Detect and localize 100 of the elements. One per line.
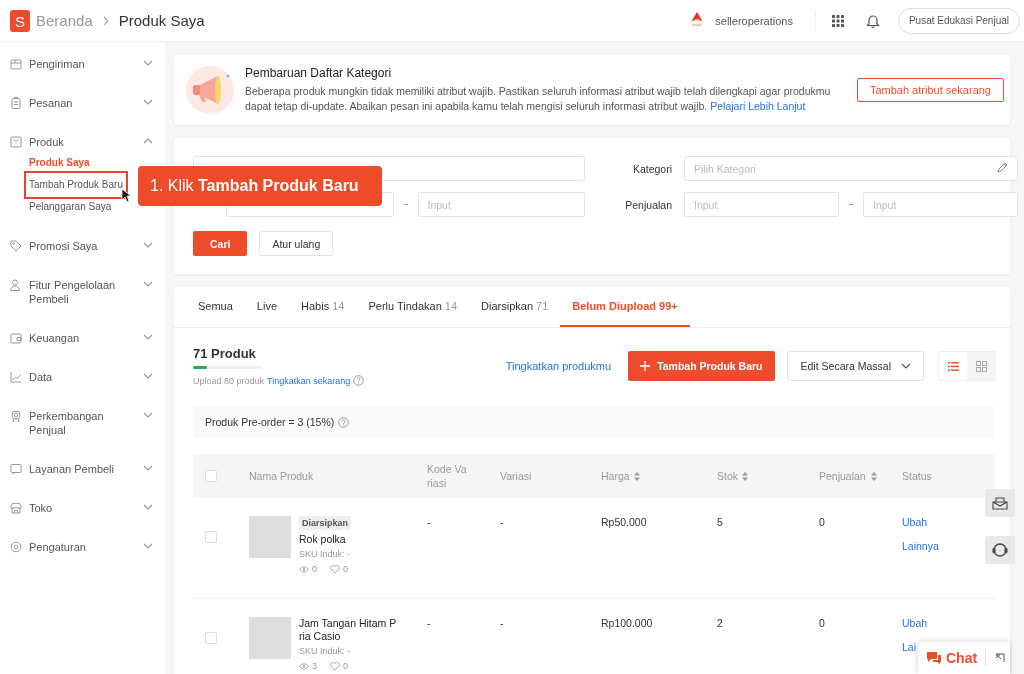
- tab[interactable]: Semua: [186, 287, 245, 327]
- megaphone-drawing: [184, 64, 236, 116]
- column-header: Variasi: [500, 470, 532, 482]
- sku-text: SKU Induk: -: [299, 646, 352, 656]
- chevron-down-icon[interactable]: [143, 333, 153, 340]
- minimize-icon[interactable]: [995, 653, 1006, 663]
- stock-max-field[interactable]: Input: [417, 192, 585, 217]
- learn-more-link[interactable]: Pelajari Lebih Lanjut: [710, 100, 806, 112]
- sidebar-item[interactable]: Pesanan: [29, 95, 133, 110]
- table-cell-text: Rp50.000: [601, 516, 648, 528]
- column-header: Harga: [601, 470, 630, 482]
- submenu-item[interactable]: Pelanggaran Saya: [28, 195, 113, 218]
- sidebar-item[interactable]: Data: [29, 369, 133, 384]
- apps-grid-icon[interactable]: [831, 14, 844, 27]
- chat-button[interactable]: Chat: [918, 650, 986, 666]
- view-toggle[interactable]: [967, 352, 995, 380]
- sidebar-item[interactable]: Produk: [29, 134, 133, 149]
- chart-icon: [9, 369, 23, 384]
- support-button[interactable]: [985, 536, 1015, 564]
- notice-text: Beberapa produk mungkin tidak memiliki atribut wajib. Pastikan seluruh informasi atribut wajib telah dilengkapi agar produkmu dapat tetap di-update. Abaikan pesan ini apabila kamu telah mengisi seluruh informasi atribut wajib. Pelajari Lebih Lanjut: [245, 84, 832, 114]
- category-field[interactable]: Pilih Kategori: [684, 156, 1018, 181]
- headset-icon: [992, 542, 1008, 558]
- tab[interactable]: Live: [244, 287, 290, 327]
- bulk-edit-dropdown[interactable]: Edit Secara Massal: [786, 351, 924, 381]
- action-link[interactable]: Ubah: [902, 516, 928, 528]
- action-link[interactable]: Ubah: [902, 617, 928, 629]
- eye-icon: [299, 565, 309, 573]
- status-badge: Diarsipkan: [299, 516, 352, 530]
- sales-min-field[interactable]: Input: [684, 192, 839, 217]
- action-link[interactable]: Lai: [902, 641, 916, 653]
- view-count: 3: [312, 661, 317, 671]
- action-link[interactable]: Lainnya: [902, 540, 939, 552]
- submenu-item[interactable]: Produk Saya: [28, 151, 91, 174]
- sort-icon[interactable]: [871, 471, 877, 481]
- sidebar-item[interactable]: Toko: [29, 500, 133, 515]
- tab[interactable]: Habis 14: [289, 287, 357, 327]
- table-cell-text: -: [427, 516, 432, 528]
- sidebar-item[interactable]: Perkembangan Penjual: [29, 408, 133, 437]
- column-header: Status: [902, 470, 932, 482]
- sidebar-item[interactable]: Fitur Pengelolaan Pembeli: [29, 277, 133, 306]
- checkbox[interactable]: [205, 531, 217, 543]
- tab[interactable]: Perlu Tindakan 14: [356, 287, 470, 327]
- grid-view-icon: [975, 360, 987, 372]
- product-name: Jam Tangan Hitam Pria Casio: [299, 617, 398, 643]
- tab[interactable]: Belum Diupload 99+: [560, 287, 690, 327]
- table-cell-text: -: [427, 617, 432, 629]
- sidebar-item[interactable]: Keuangan: [29, 330, 133, 345]
- column-header: Nama Produk: [249, 470, 314, 482]
- reset-button[interactable]: Atur ulang: [259, 231, 334, 256]
- add-attribute-button[interactable]: Tambah atribut sekarang: [856, 78, 1004, 102]
- chevron-down-icon[interactable]: [143, 241, 153, 248]
- like-count: 0: [343, 661, 349, 671]
- chevron-down-icon[interactable]: [143, 503, 153, 510]
- chevron-down-icon[interactable]: [143, 411, 153, 418]
- settings-icon: [9, 539, 23, 554]
- cursor-icon: [121, 188, 131, 203]
- wallet-icon: [9, 330, 23, 345]
- sales-max-field[interactable]: Input: [863, 192, 1018, 217]
- chevron-down-icon[interactable]: [143, 372, 153, 379]
- chevron-down-icon[interactable]: [143, 464, 153, 471]
- tab[interactable]: Diarsipkan 71: [469, 287, 561, 327]
- sidebar-item[interactable]: Pengiriman: [29, 56, 133, 71]
- chevron-down-icon[interactable]: [143, 280, 153, 287]
- chevron-down-icon[interactable]: [143, 542, 153, 549]
- checkbox[interactable]: [205, 470, 217, 482]
- table-cell-text: 0: [819, 617, 826, 629]
- help-icon: [338, 416, 350, 428]
- search-button[interactable]: Cari: [193, 231, 248, 256]
- preorder-text: Produk Pre-order = 3 (15%): [205, 416, 335, 428]
- plus-icon: [640, 361, 651, 371]
- like-count: 0: [343, 564, 349, 574]
- person-icon: [9, 277, 23, 292]
- sidebar-item[interactable]: Pengaturan: [29, 539, 133, 554]
- tutorial-tooltip: 1. Klik Tambah Produk Baru: [138, 166, 382, 206]
- pencil-icon: [996, 162, 1008, 174]
- mail-button[interactable]: [985, 489, 1015, 517]
- chevron-down-icon[interactable]: [143, 98, 153, 105]
- package-icon: [9, 134, 23, 149]
- upgrade-link[interactable]: Tingkatkan sekarang: [267, 375, 351, 386]
- page-title: Produk Saya: [118, 12, 205, 29]
- sort-icon[interactable]: [742, 471, 748, 481]
- improve-products-link[interactable]: Tingkatkan produkmu: [505, 360, 612, 372]
- bell-icon[interactable]: [865, 13, 880, 28]
- sort-icon[interactable]: [633, 471, 640, 481]
- checkbox[interactable]: [205, 632, 217, 644]
- product-name: Rok polka: [299, 533, 347, 546]
- chevron-down-icon[interactable]: [143, 59, 153, 66]
- clipboard-icon: [9, 95, 23, 110]
- table-cell-text: -: [500, 516, 505, 528]
- help-icon: [353, 375, 365, 386]
- table-cell-text: -: [500, 617, 505, 629]
- add-product-button[interactable]: Tambah Produk Baru: [628, 351, 775, 381]
- education-center-button[interactable]: Pusat Edukasi Penjual: [897, 7, 1020, 34]
- sidebar-item[interactable]: Promosi Saya: [29, 238, 133, 253]
- column-header: Stok: [717, 470, 738, 482]
- table-cell-text: Rp100.000: [601, 617, 654, 629]
- chevron-up-icon[interactable]: [143, 137, 153, 144]
- sidebar-item[interactable]: Layanan Pembeli: [29, 461, 133, 476]
- avatar-icon: [687, 10, 708, 31]
- table-cell-text: 2: [717, 617, 724, 629]
